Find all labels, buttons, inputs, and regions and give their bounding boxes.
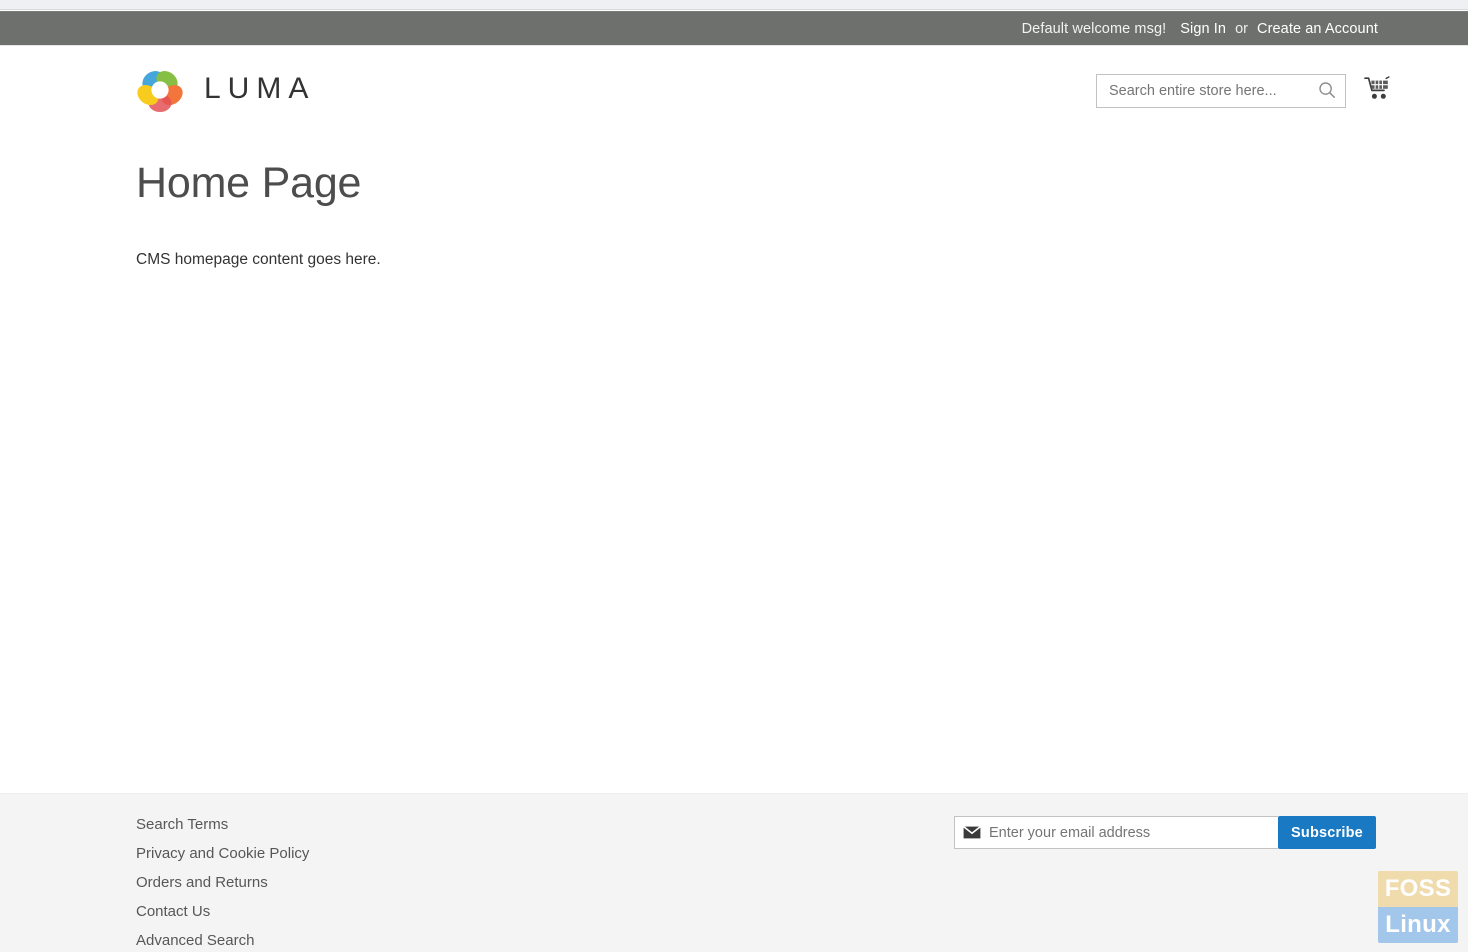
list-item: Orders and Returns	[136, 874, 309, 892]
watermark-top-text: FOSS	[1378, 871, 1458, 907]
footer-link-contact-us[interactable]: Contact Us	[136, 903, 210, 920]
watermark-bottom-text: Linux	[1378, 907, 1458, 943]
luma-flower-logo-icon	[136, 66, 184, 114]
footer-link-advanced-search[interactable]: Advanced Search	[136, 932, 254, 949]
browser-page: Default welcome msg! Sign In or Create a…	[0, 0, 1468, 952]
list-item: Search Terms	[136, 816, 309, 834]
site-header: LUMA	[0, 46, 1468, 138]
create-account-link[interactable]: Create an Account	[1257, 21, 1378, 37]
fosslinux-watermark: FOSS Linux	[1378, 871, 1458, 943]
list-item: Contact Us	[136, 903, 309, 921]
logo-wordmark: LUMA	[204, 72, 316, 105]
page-title: Home Page	[136, 159, 362, 207]
search-submit-button[interactable]	[1313, 77, 1341, 105]
viewport-top-edge	[0, 0, 1468, 10]
subscribe-button[interactable]: Subscribe	[1278, 816, 1376, 849]
logo-home-link[interactable]: LUMA	[136, 66, 315, 114]
search-icon	[1318, 81, 1336, 102]
newsletter-email-input[interactable]	[989, 817, 1278, 848]
top-panel-content: Default welcome msg! Sign In or Create a…	[1022, 21, 1468, 37]
newsletter-field-wrapper[interactable]	[954, 816, 1278, 849]
search-input[interactable]	[1097, 75, 1345, 107]
panel-separator: or	[1235, 20, 1248, 37]
envelope-icon	[955, 826, 989, 839]
search-box[interactable]	[1096, 74, 1346, 108]
footer-links-list: Search Terms Privacy and Cookie Policy O…	[136, 816, 309, 952]
footer-link-search-terms[interactable]: Search Terms	[136, 816, 228, 833]
welcome-message: Default welcome msg!	[1021, 20, 1167, 37]
newsletter-signup: Subscribe	[954, 816, 1376, 849]
footer-link-privacy-policy[interactable]: Privacy and Cookie Policy	[136, 845, 309, 862]
sign-in-link[interactable]: Sign In	[1180, 21, 1226, 37]
shopping-cart-icon	[1363, 75, 1391, 107]
header-actions	[1096, 74, 1394, 108]
footer-link-orders-returns[interactable]: Orders and Returns	[136, 874, 268, 891]
minicart-link[interactable]	[1360, 74, 1394, 108]
top-panel-bar: Default welcome msg! Sign In or Create a…	[0, 11, 1468, 46]
list-item: Advanced Search	[136, 932, 309, 950]
list-item: Privacy and Cookie Policy	[136, 845, 309, 863]
cms-content-text: CMS homepage content goes here.	[136, 251, 381, 268]
site-footer: Search Terms Privacy and Cookie Policy O…	[0, 793, 1468, 952]
